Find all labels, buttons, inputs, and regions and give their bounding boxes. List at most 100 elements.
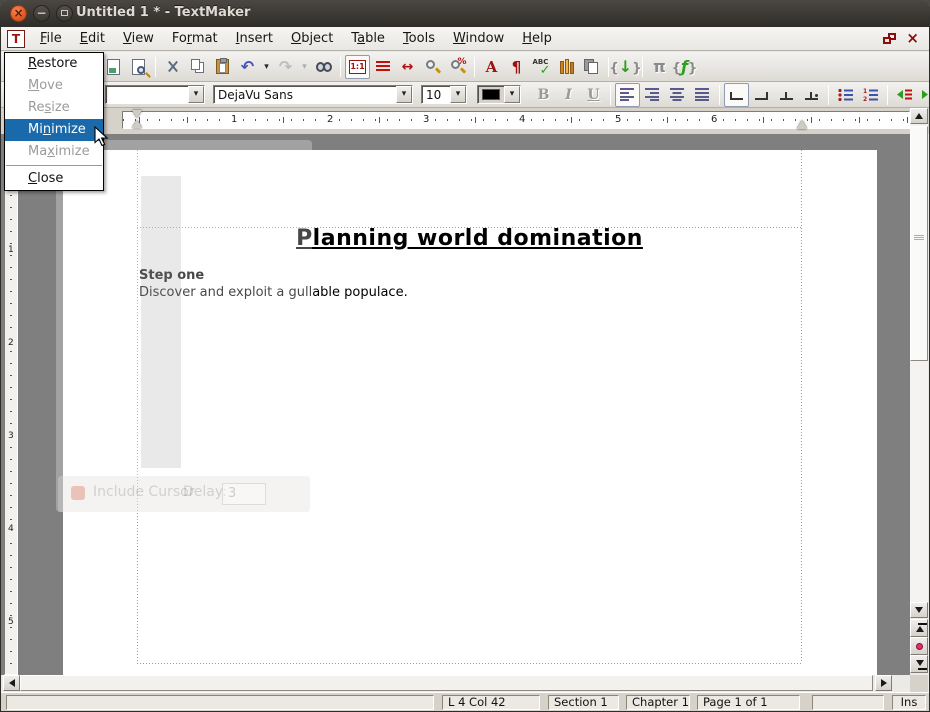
mail-merge-button[interactable]: {↓} [613, 55, 638, 79]
menu-table[interactable]: Table [342, 29, 394, 48]
indent-marker[interactable] [132, 110, 142, 131]
status-insert-mode[interactable]: Ins [892, 695, 926, 710]
underline-button[interactable]: U [581, 83, 606, 107]
justify-button[interactable] [690, 83, 715, 107]
fit-page-width-button[interactable]: ↔ [395, 55, 420, 79]
braces-function-icon: {ƒ} [672, 57, 698, 76]
svg-text:1: 1 [863, 88, 867, 95]
bullet-list-button[interactable] [833, 83, 858, 107]
menu-window[interactable]: Window [444, 29, 513, 48]
cut-button[interactable] [160, 55, 185, 79]
window-minimize-button[interactable]: − [33, 5, 50, 22]
paragraph-style-select[interactable]: ▾ [105, 85, 205, 104]
scroll-left-button[interactable] [3, 675, 20, 691]
binoculars-icon [316, 62, 332, 72]
status-page[interactable]: Page 1 of 1 [697, 695, 800, 710]
thesaurus-button[interactable] [554, 55, 579, 79]
zoom-level-button[interactable]: % [445, 55, 470, 79]
color-swatch [482, 89, 500, 100]
font-name-select[interactable]: DejaVu Sans▾ [213, 85, 413, 104]
next-page-button[interactable] [910, 655, 928, 673]
menu-format[interactable]: Format [163, 29, 227, 48]
menu-item-restore[interactable]: Restore [5, 53, 103, 75]
insert-field-button[interactable]: {ƒ} [672, 55, 697, 79]
vertical-scrollbar[interactable] [910, 108, 928, 675]
paste-button[interactable] [210, 55, 235, 79]
menu-edit[interactable]: Edit [71, 29, 114, 48]
horizontal-scroll-thumb[interactable] [20, 675, 873, 691]
menu-object[interactable]: Object [282, 29, 342, 48]
bold-button[interactable]: B [531, 83, 556, 107]
font-color-picker[interactable]: ▾ [477, 85, 521, 104]
print-preview-button[interactable] [126, 55, 151, 79]
menu-help[interactable]: Help [513, 29, 561, 48]
document-page[interactable]: Planning world domination Step one Disco… [63, 150, 877, 675]
document-body-text[interactable]: Discover and exploit a gullable populace… [139, 285, 408, 300]
scroll-up-button[interactable] [910, 108, 928, 124]
undo-dropdown[interactable]: ▾ [260, 55, 273, 79]
menu-file[interactable]: File [31, 29, 71, 48]
copy-button[interactable] [185, 55, 210, 79]
document-restore-icon[interactable] [883, 33, 896, 44]
titlebar[interactable]: × − Untitled 1 * - TextMaker [0, 0, 930, 27]
align-right-button[interactable] [640, 83, 665, 107]
partially-hidden-toolbar-icon[interactable] [101, 55, 126, 79]
character-format-button[interactable]: A [479, 55, 504, 79]
menu-item-minimize[interactable]: Minimize [5, 119, 103, 141]
align-right-icon [645, 88, 660, 101]
scroll-right-button[interactable] [875, 675, 892, 691]
decrease-indent-button[interactable] [892, 83, 917, 107]
compare-documents-button[interactable] [579, 55, 604, 79]
align-center-icon [670, 88, 685, 101]
menu-insert[interactable]: Insert [227, 29, 282, 48]
tab-left-button[interactable] [724, 83, 749, 107]
redo-button: ↷ [273, 55, 298, 79]
right-indent-marker[interactable] [797, 120, 807, 129]
status-chapter[interactable]: Chapter 1 [626, 695, 690, 710]
horizontal-ruler[interactable]: 1 2 3 4 5 6 [122, 111, 910, 129]
zoom-tool-button[interactable] [420, 55, 445, 79]
formula-button[interactable]: π [647, 55, 672, 79]
textmaker-app-icon[interactable]: T [7, 30, 25, 48]
bottom-margin-guide [137, 663, 802, 664]
ruler-number: 1 [230, 114, 238, 125]
zoom-actual-size-button[interactable]: 1:1 [345, 55, 370, 79]
font-size-select[interactable]: 10▾ [421, 85, 467, 104]
paragraph-format-button[interactable]: ¶ [504, 55, 529, 79]
view-continuous-button[interactable] [370, 55, 395, 79]
vertical-ruler[interactable]: 1 2 3 4 5 [4, 134, 18, 675]
status-cursor-position[interactable]: L 4 Col 42 [442, 695, 540, 710]
scroll-down-button[interactable] [910, 602, 928, 618]
tab-decimal-button[interactable] [799, 83, 824, 107]
align-left-button[interactable] [615, 83, 640, 107]
document-close-icon[interactable]: × [906, 32, 919, 45]
menu-view[interactable]: View [114, 29, 163, 48]
horizontal-scrollbar[interactable] [1, 675, 910, 692]
numbered-list-button[interactable]: 12 [858, 83, 883, 107]
arrow-right-icon [881, 679, 887, 687]
document-heading[interactable]: Planning world domination [138, 226, 801, 251]
spellcheck-button[interactable]: ABC✓ [529, 55, 554, 79]
increase-indent-button[interactable] [917, 83, 930, 107]
align-center-button[interactable] [665, 83, 690, 107]
menu-tools[interactable]: Tools [394, 29, 444, 48]
document-subheading[interactable]: Step one [139, 268, 204, 283]
undo-button[interactable]: ↶ [235, 55, 260, 79]
browse-object-button[interactable] [910, 637, 928, 655]
status-section[interactable]: Section 1 [548, 695, 619, 710]
character-a-icon: A [486, 58, 498, 76]
bullet-list-icon [838, 88, 854, 102]
window-maximize-button[interactable] [56, 5, 73, 22]
mdi-document-controls: × [883, 32, 929, 45]
menu-item-close[interactable]: Close [5, 168, 103, 190]
vertical-scroll-thumb[interactable] [910, 126, 928, 361]
tab-center-button[interactable] [774, 83, 799, 107]
italic-button[interactable]: I [556, 83, 581, 107]
tab-right-button[interactable] [749, 83, 774, 107]
find-button[interactable] [311, 55, 336, 79]
status-bar: L 4 Col 42 Section 1 Chapter 1 Page 1 of… [1, 692, 929, 711]
window-close-button[interactable]: × [10, 5, 27, 22]
ruler-number: 5 [614, 114, 622, 125]
previous-page-button[interactable] [910, 619, 928, 637]
vertical-scroll-track[interactable] [910, 124, 928, 602]
